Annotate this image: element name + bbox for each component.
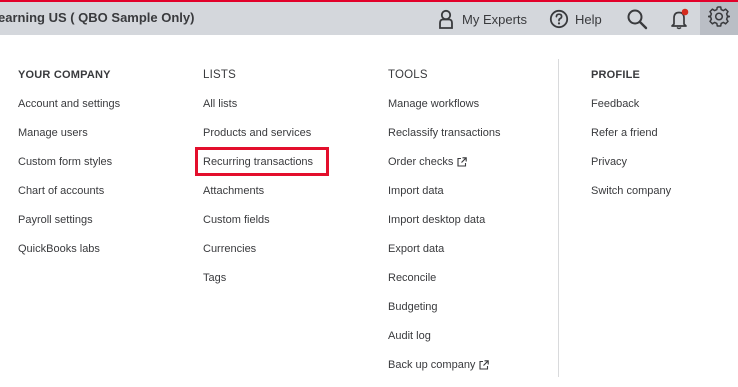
menu-item-feedback[interactable]: Feedback [591, 97, 671, 126]
notifications-button[interactable] [670, 6, 690, 32]
menu-item-products-and-services[interactable]: Products and services [203, 126, 313, 155]
menu-item-import-desktop-data[interactable]: Import desktop data [388, 213, 501, 242]
menu-item-budgeting[interactable]: Budgeting [388, 300, 501, 329]
settings-dropdown-menu: YOUR COMPANY Account and settings Manage… [0, 35, 738, 377]
menu-item-order-checks[interactable]: Order checks [388, 155, 501, 184]
gear-icon [707, 5, 731, 32]
menu-item-payroll-settings[interactable]: Payroll settings [18, 213, 120, 242]
my-experts-label: My Experts [462, 11, 528, 27]
column-heading: YOUR COMPANY [18, 69, 111, 81]
search-icon [626, 8, 648, 30]
menu-item-refer-a-friend[interactable]: Refer a friend [591, 126, 671, 155]
menu-item-quickbooks-labs[interactable]: QuickBooks labs [18, 242, 120, 271]
menu-item-account-and-settings[interactable]: Account and settings [18, 97, 120, 126]
help-button[interactable]: Help [549, 6, 602, 32]
column-your-company: YOUR COMPANY Account and settings Manage… [18, 68, 120, 271]
help-icon [549, 9, 569, 29]
column-lists: LISTS All lists Products and services Re… [203, 68, 313, 300]
menu-item-back-up-company[interactable]: Back up company [388, 358, 501, 387]
menu-item-audit-log[interactable]: Audit log [388, 329, 501, 358]
search-button[interactable] [626, 6, 648, 32]
experts-icon [438, 9, 454, 29]
column-heading: TOOLS [388, 69, 428, 81]
help-label: Help [575, 11, 602, 27]
menu-item-reclassify-transactions[interactable]: Reclassify transactions [388, 126, 501, 155]
column-tools: TOOLS Manage workflows Reclassify transa… [388, 68, 501, 387]
menu-item-label: Back up company [388, 359, 476, 371]
menu-item-custom-fields[interactable]: Custom fields [203, 213, 313, 242]
menu-item-currencies[interactable]: Currencies [203, 242, 313, 271]
my-experts-button[interactable]: My Experts [438, 6, 527, 32]
menu-item-custom-form-styles[interactable]: Custom form styles [18, 155, 120, 184]
menu-item-privacy[interactable]: Privacy [591, 155, 671, 184]
menu-item-attachments[interactable]: Attachments [203, 184, 313, 213]
column-heading: LISTS [203, 69, 236, 81]
menu-item-manage-users[interactable]: Manage users [18, 126, 120, 155]
menu-item-reconcile[interactable]: Reconcile [388, 271, 501, 300]
settings-button[interactable] [700, 2, 738, 35]
menu-item-tags[interactable]: Tags [203, 271, 313, 300]
external-link-icon [479, 360, 490, 374]
menu-item-manage-workflows[interactable]: Manage workflows [388, 97, 501, 126]
company-name: earning US ( QBO Sample Only) [0, 10, 195, 25]
column-divider [558, 59, 559, 377]
top-bar: earning US ( QBO Sample Only) My Experts… [0, 0, 738, 35]
column-profile: PROFILE Feedback Refer a friend Privacy … [591, 68, 671, 213]
menu-item-label: Order checks [388, 156, 454, 168]
external-link-icon [457, 157, 468, 171]
bell-icon [670, 8, 690, 30]
menu-item-chart-of-accounts[interactable]: Chart of accounts [18, 184, 120, 213]
menu-item-import-data[interactable]: Import data [388, 184, 501, 213]
menu-item-all-lists[interactable]: All lists [203, 97, 313, 126]
menu-item-export-data[interactable]: Export data [388, 242, 501, 271]
column-heading: PROFILE [591, 69, 641, 81]
menu-item-switch-company[interactable]: Switch company [591, 184, 671, 213]
menu-item-recurring-transactions[interactable]: Recurring transactions [203, 155, 313, 184]
